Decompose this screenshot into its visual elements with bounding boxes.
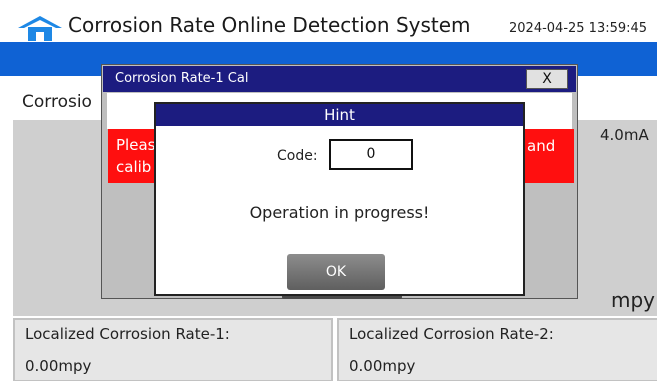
localized-rate-2-label: Localized Corrosion Rate-2: [349, 325, 554, 343]
app-title: Corrosion Rate Online Detection System [68, 13, 471, 37]
code-label: Code: [277, 148, 318, 164]
hint-dialog: Hint Code: 0 Operation in progress! OK [154, 102, 525, 296]
rate-unit: mpy [611, 288, 656, 312]
localized-rate-1-box: Localized Corrosion Rate-1: 0.00mpy [13, 318, 333, 381]
warning-text-right: and [527, 137, 556, 155]
page-heading: Corrosio [22, 92, 92, 112]
hint-dialog-title: Hint [324, 106, 355, 124]
current-value: 4.0mA [600, 126, 649, 144]
localized-rate-1-value: 0.00mpy [25, 357, 92, 375]
home-icon[interactable] [16, 15, 64, 41]
hint-dialog-titlebar: Hint [156, 104, 523, 126]
localized-rate-2-value: 0.00mpy [349, 357, 416, 375]
calibration-dialog-title: Corrosion Rate-1 Cal [115, 71, 249, 86]
localized-rate-2-box: Localized Corrosion Rate-2: 0.00mpy [337, 318, 657, 381]
localized-rate-1-label: Localized Corrosion Rate-1: [25, 325, 230, 343]
warning-text-line-1: Pleas [116, 136, 156, 154]
warning-text-line-2: calib [116, 158, 152, 176]
ok-button[interactable]: OK [287, 254, 385, 290]
status-message: Operation in progress! [249, 203, 430, 222]
warning-text-left: Pleas calib [116, 134, 155, 178]
app-header: Corrosion Rate Online Detection System 2… [0, 0, 657, 42]
code-field[interactable]: 0 [329, 139, 413, 170]
datetime-display: 2024-04-25 13:59:45 [509, 21, 648, 36]
close-button[interactable]: X [526, 69, 568, 89]
calibration-dialog-titlebar: Corrosion Rate-1 Cal X [103, 66, 576, 92]
